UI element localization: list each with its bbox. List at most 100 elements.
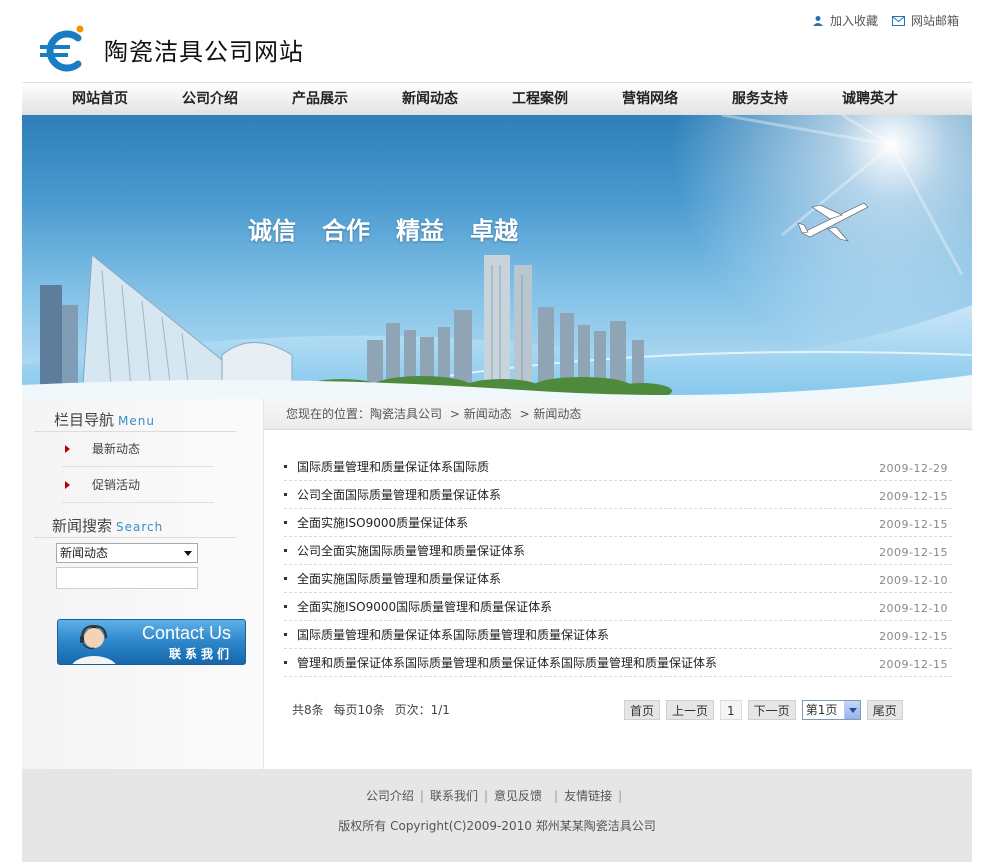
- main-nav: 网站首页 公司介绍 产品展示 新闻动态 工程案例 营销网络 服务支持 诚聘英才: [22, 82, 972, 115]
- news-title-link[interactable]: 全面实施国际质量管理和质量保证体系: [297, 570, 501, 587]
- breadcrumb-news[interactable]: > 新闻动态: [450, 407, 512, 421]
- news-title-link[interactable]: 国际质量管理和质量保证体系国际质: [297, 458, 489, 475]
- search-heading: 新闻搜索 Search: [52, 515, 163, 536]
- menu-heading-cn: 栏目导航: [54, 411, 115, 429]
- site-mail-link[interactable]: 网站邮箱: [891, 12, 959, 29]
- add-favorite-label: 加入收藏: [829, 14, 878, 28]
- nav-item-products[interactable]: 产品展示: [276, 83, 386, 115]
- contact-us-en: Contact Us: [141, 623, 231, 643]
- bullet: [284, 661, 287, 664]
- pager-info: 共8条 每页10条 页次：1/1: [292, 701, 456, 718]
- red-arrow-icon: [65, 444, 70, 453]
- news-date: 2009-12-15: [879, 658, 948, 671]
- news-item: 全面实施国际质量管理和质量保证体系 2009-12-10: [284, 565, 952, 593]
- chevron-down-icon: [184, 551, 192, 556]
- sidebar-item-latest-news[interactable]: 最新动态: [62, 431, 214, 467]
- news-title-link[interactable]: 全面实施ISO9000质量保证体系: [297, 514, 468, 531]
- separator: |: [618, 789, 623, 803]
- news-date: 2009-12-29: [879, 462, 948, 475]
- news-item: 全面实施ISO9000质量保证体系 2009-12-15: [284, 509, 952, 537]
- slogan-word: 诚信: [248, 216, 296, 245]
- search-input[interactable]: [56, 567, 198, 589]
- banner-slogan: 诚信 合作 精益 卓越: [248, 211, 518, 246]
- footer-links: 公司介绍 | 联系我们 | 意见反馈 | 友情链接 |: [22, 787, 972, 804]
- page-number-1[interactable]: 1: [720, 700, 742, 720]
- hero-banner: 诚信 合作 精益 卓越: [22, 115, 972, 399]
- nav-item-cases[interactable]: 工程案例: [496, 83, 606, 115]
- nav-item-news[interactable]: 新闻动态: [386, 83, 496, 115]
- nav-item-marketing[interactable]: 营销网络: [606, 83, 716, 115]
- chevron-down-icon: [843, 701, 860, 719]
- news-category-select[interactable]: 新闻动态: [56, 543, 198, 563]
- top-links: 加入收藏 网站邮箱: [812, 12, 959, 29]
- mail-icon: [891, 15, 905, 26]
- news-item: 公司全面国际质量管理和质量保证体系 2009-12-15: [284, 481, 952, 509]
- contact-us-banner[interactable]: Contact Us 联系我们: [57, 619, 246, 665]
- site-title: 陶瓷洁具公司网站: [104, 37, 304, 66]
- city-skyline-illustration: [22, 115, 972, 399]
- news-title-link[interactable]: 公司全面实施国际质量管理和质量保证体系: [297, 542, 525, 559]
- footer: 公司介绍 | 联系我们 | 意见反馈 | 友情链接 | 版权所有 Copyright(C)20…: [22, 769, 972, 862]
- news-date: 2009-12-15: [879, 546, 948, 559]
- pager-total: 共8条: [292, 703, 324, 717]
- footer-link-friends[interactable]: 友情链接: [564, 789, 612, 803]
- breadcrumb-current[interactable]: > 新闻动态: [520, 407, 582, 421]
- separator: |: [554, 789, 559, 803]
- pager-pages: 页次：1/1: [394, 703, 450, 717]
- slogan-word: 卓越: [470, 216, 518, 245]
- news-item: 公司全面实施国际质量管理和质量保证体系 2009-12-15: [284, 537, 952, 565]
- add-favorite-link[interactable]: 加入收藏: [812, 12, 878, 29]
- menu-heading-en: Menu: [118, 414, 155, 428]
- separator: |: [483, 789, 488, 803]
- pagination: 首页 上一页 1 下一页 第1页 尾页: [624, 700, 903, 720]
- support-agent-icon: [72, 624, 116, 664]
- footer-link-contact[interactable]: 联系我们: [430, 789, 478, 803]
- user-icon: [812, 15, 823, 26]
- footer-link-about[interactable]: 公司介绍: [366, 789, 414, 803]
- news-category-value: 新闻动态: [60, 546, 109, 560]
- red-arrow-icon: [65, 480, 70, 489]
- slogan-word: 精益: [396, 216, 444, 245]
- news-date: 2009-12-15: [879, 490, 948, 503]
- main-content: 您现在的位置：陶瓷洁具公司 > 新闻动态 > 新闻动态 国际质量管理和质量保证体…: [264, 399, 972, 769]
- nav-item-jobs[interactable]: 诚聘英才: [826, 83, 936, 115]
- search-heading-cn: 新闻搜索: [52, 517, 113, 535]
- bullet: [284, 465, 287, 468]
- prev-page-button[interactable]: 上一页: [666, 700, 715, 720]
- news-title-link[interactable]: 公司全面国际质量管理和质量保证体系: [297, 486, 501, 503]
- euro-logo-icon: [40, 25, 84, 72]
- news-date: 2009-12-10: [879, 574, 948, 587]
- breadcrumb-home[interactable]: 陶瓷洁具公司: [370, 407, 442, 421]
- news-date: 2009-12-15: [879, 630, 948, 643]
- news-title-link[interactable]: 全面实施ISO9000国际质量管理和质量保证体系: [297, 598, 552, 615]
- bullet: [284, 605, 287, 608]
- separator: |: [419, 789, 424, 803]
- footer-link-feedback[interactable]: 意见反馈: [494, 789, 542, 803]
- next-page-button[interactable]: 下一页: [747, 700, 796, 720]
- search-heading-en: Search: [116, 520, 164, 534]
- contact-us-cn: 联系我们: [168, 647, 233, 661]
- slogan-word: 合作: [322, 216, 370, 245]
- news-list: 国际质量管理和质量保证体系国际质 2009-12-29 公司全面国际质量管理和质量…: [284, 453, 952, 677]
- news-title-link[interactable]: 国际质量管理和质量保证体系国际质量管理和质量保证体系: [297, 626, 609, 643]
- news-item: 全面实施ISO9000国际质量管理和质量保证体系 2009-12-10: [284, 593, 952, 621]
- site-mail-label: 网站邮箱: [910, 14, 959, 28]
- news-title-link[interactable]: 管理和质量保证体系国际质量管理和质量保证体系国际质量管理和质量保证体系: [297, 654, 717, 671]
- nav-item-about[interactable]: 公司介绍: [166, 83, 276, 115]
- last-page-button[interactable]: 尾页: [866, 700, 903, 720]
- site-logo[interactable]: 陶瓷洁具公司网站: [40, 24, 304, 74]
- sidebar-item-promotions[interactable]: 促销活动: [62, 467, 214, 503]
- first-page-button[interactable]: 首页: [624, 700, 661, 720]
- sidebar: 栏目导航 Menu 最新动态 促销活动 新闻搜索 Search 新闻动态 Conta…: [22, 399, 264, 769]
- nav-item-home[interactable]: 网站首页: [56, 83, 166, 115]
- page-jump-select[interactable]: 第1页: [801, 700, 861, 720]
- nav-item-service[interactable]: 服务支持: [716, 83, 826, 115]
- pager-per-page: 每页10条: [333, 703, 385, 717]
- page-jump-value: 第1页: [805, 703, 838, 717]
- news-item: 国际质量管理和质量保证体系国际质 2009-12-29: [284, 453, 952, 481]
- copyright: 版权所有 Copyright(C)2009-2010 郑州某某陶瓷洁具公司: [338, 819, 656, 833]
- bullet: [284, 521, 287, 524]
- sidebar-item-label: 促销活动: [92, 478, 141, 492]
- sidebar-item-label: 最新动态: [92, 442, 141, 456]
- breadcrumb-prefix: 您现在的位置：: [286, 407, 371, 421]
